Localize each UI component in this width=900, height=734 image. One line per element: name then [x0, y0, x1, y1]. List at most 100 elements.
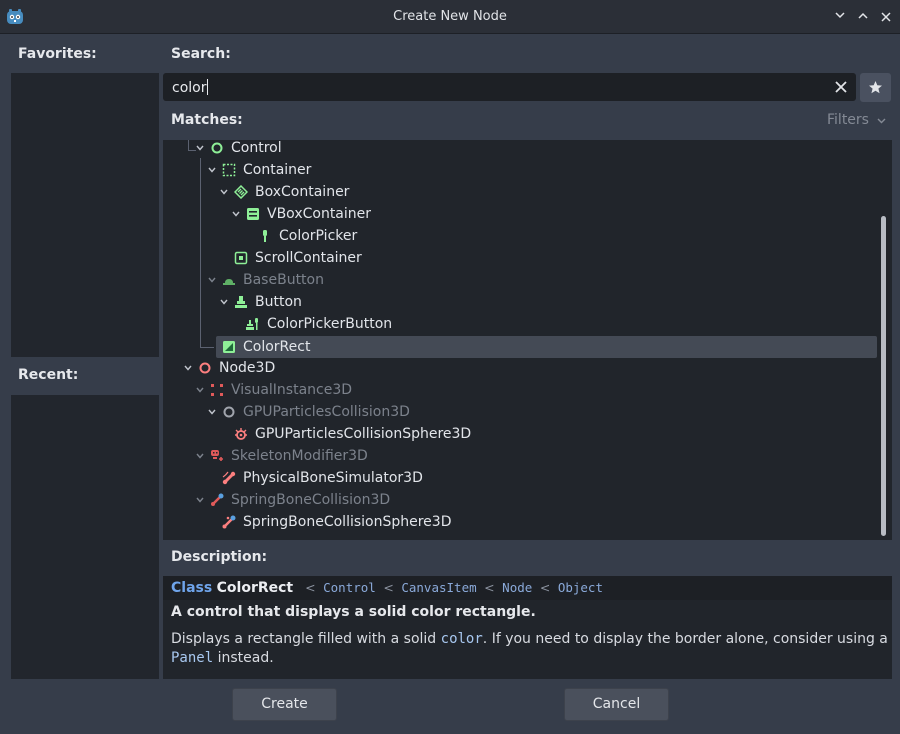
color-picker-button-icon [246, 318, 258, 330]
tree-item-color-picker-button[interactable]: ColorPickerButton [163, 313, 882, 335]
tree-item-container[interactable]: Container [163, 159, 882, 181]
filters-label: Filters [827, 112, 869, 128]
tree-item-label: VisualInstance3D [231, 382, 353, 398]
tree-item-color-rect[interactable]: ColorRect [216, 336, 877, 358]
code-link-color[interactable]: color [441, 631, 483, 647]
particles-collision-icon [223, 406, 235, 418]
body-text: instead. [217, 650, 274, 666]
tree-item-color-picker[interactable]: ColorPicker [163, 225, 882, 247]
tree-item-box-container[interactable]: BoxContainer [163, 181, 882, 203]
tree-item-label: SpringBoneCollisionSphere3D [243, 514, 452, 530]
text-caret [207, 79, 209, 95]
box-container-icon [234, 185, 248, 199]
description-label: Description: [171, 549, 268, 565]
chevron-down-icon[interactable] [183, 363, 193, 373]
chevron-down-icon[interactable] [207, 407, 217, 417]
inherit-separator: < [383, 580, 394, 595]
inherit-separator: < [305, 580, 316, 595]
tree-item-control[interactable]: Control [163, 140, 882, 159]
tree-item-scroll-container[interactable]: ScrollContainer [163, 247, 882, 269]
matches-label: Matches: [171, 112, 243, 128]
tree-item-spring-bone-collision3d[interactable]: SpringBoneCollision3D [163, 489, 882, 511]
recent-label: Recent: [18, 367, 79, 383]
spring-bone-sphere-icon [222, 515, 236, 529]
cancel-button[interactable]: Cancel [564, 688, 669, 721]
body-text: Displays a rectangle filled with a solid [171, 631, 437, 647]
code-link-panel[interactable]: Panel [171, 650, 213, 666]
inherit-separator: < [539, 580, 551, 595]
class-keyword: Class [171, 580, 213, 596]
tree-item-label: ScrollContainer [255, 250, 362, 266]
chevron-down-icon[interactable] [207, 165, 217, 175]
tree-item-label: PhysicalBoneSimulator3D [243, 470, 423, 486]
clear-search-icon[interactable] [832, 78, 850, 96]
minimize-icon[interactable] [832, 8, 848, 26]
inherit-link-node[interactable]: Node [502, 580, 532, 595]
chevron-down-icon[interactable] [219, 297, 229, 307]
inherit-link-canvas-item[interactable]: CanvasItem [401, 580, 476, 595]
tree-item-skeleton-modifier3d[interactable]: SkeletonModifier3D [163, 445, 882, 467]
tree-item-label: Control [231, 140, 282, 156]
chevron-down-icon[interactable] [195, 143, 205, 153]
tree-item-label: GPUParticlesCollision3D [243, 404, 410, 420]
chevron-down-icon[interactable] [231, 209, 241, 219]
container-icon [222, 163, 236, 177]
tree-item-base-button[interactable]: BaseButton [163, 269, 882, 291]
chevron-down-icon[interactable] [207, 275, 217, 285]
base-button-icon [223, 279, 235, 285]
node3d-circle-icon [199, 362, 211, 374]
create-button[interactable]: Create [232, 688, 337, 721]
tree-item-label: Button [255, 294, 302, 310]
chevron-down-icon[interactable] [195, 451, 205, 461]
tree-item-label: SpringBoneCollision3D [231, 492, 391, 508]
search-input[interactable]: color [163, 73, 856, 101]
description-brief: A control that displays a solid color re… [171, 604, 536, 620]
control-circle-icon [211, 142, 223, 154]
tree-item-spring-bone-collision-sphere3d[interactable]: SpringBoneCollisionSphere3D [163, 511, 882, 533]
button-icon [235, 296, 247, 308]
tree-item-label: ColorPicker [279, 228, 358, 244]
particles-sphere-icon [235, 428, 247, 440]
inherit-link-object[interactable]: Object [558, 580, 603, 595]
spring-bone-icon [211, 493, 224, 506]
chevron-down-icon[interactable] [219, 187, 229, 197]
tree-item-label: Container [243, 162, 312, 178]
close-icon[interactable] [878, 8, 894, 26]
tree-item-label: BaseButton [243, 272, 324, 288]
visual-instance-icon [211, 384, 223, 396]
tree-item-vbox-container[interactable]: VBoxContainer [163, 203, 882, 225]
tree-item-physical-bone-simulator3d[interactable]: PhysicalBoneSimulator3D [163, 467, 882, 489]
tree-item-visual-instance3d[interactable]: VisualInstance3D [163, 379, 882, 401]
matches-tree[interactable]: Control Container BoxContainer VBoxConta… [163, 140, 892, 540]
tree-item-gpu-particles-collision3d[interactable]: GPUParticlesCollision3D [163, 401, 882, 423]
chevron-down-icon[interactable] [195, 385, 205, 395]
favorite-star-button[interactable] [860, 73, 891, 102]
tree-item-label: VBoxContainer [267, 206, 372, 222]
inherit-separator: < [484, 580, 495, 595]
description-body: Displays a rectangle filled with a solid… [171, 631, 888, 647]
tree-item-label: SkeletonModifier3D [231, 448, 368, 464]
tree-item-label: ColorPickerButton [267, 316, 393, 332]
star-icon [869, 81, 882, 94]
maximize-icon[interactable] [855, 8, 871, 26]
tree-item-button[interactable]: Button [163, 291, 882, 313]
favorites-label: Favorites: [18, 46, 97, 62]
tree-scrollbar-thumb[interactable] [881, 216, 886, 536]
tree-item-label: Node3D [219, 360, 276, 376]
recent-list[interactable] [11, 395, 159, 679]
window-title: Create New Node [393, 9, 507, 24]
description-panel: Class ColorRect < Control < CanvasItem <… [163, 576, 892, 679]
inherit-link-control[interactable]: Control [323, 580, 376, 595]
chevron-down-icon [877, 118, 886, 124]
description-body-line2: Panel instead. [171, 650, 274, 666]
skeleton-modifier-icon [211, 450, 223, 461]
tree-item-node3d[interactable]: Node3D [163, 357, 882, 379]
favorites-list[interactable] [11, 73, 159, 357]
color-picker-icon [263, 230, 267, 242]
bone-simulator-icon [222, 471, 236, 485]
tree-item-gpu-particles-collision-sphere3d[interactable]: GPUParticlesCollisionSphere3D [163, 423, 882, 445]
tree-guide [200, 347, 214, 348]
filters-dropdown[interactable]: Filters [827, 112, 886, 128]
chevron-down-icon[interactable] [195, 495, 205, 505]
color-rect-icon [223, 341, 235, 353]
